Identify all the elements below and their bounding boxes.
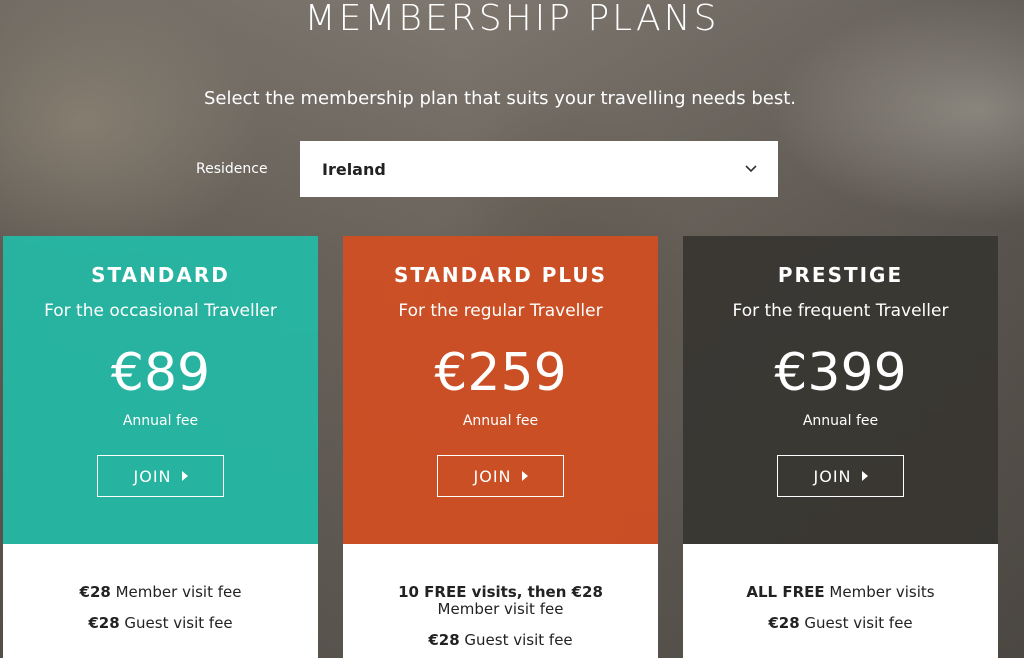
feature-highlight: €28 xyxy=(428,631,460,649)
plan-tagline: For the frequent Traveller xyxy=(732,301,949,321)
feature-item: 10 FREE visits, then €28 Member visit fe… xyxy=(367,584,634,618)
feature-text: Guest visit fee xyxy=(799,614,913,632)
plan-price: €89 xyxy=(110,343,211,403)
join-button-label: JOIN xyxy=(133,466,172,486)
plan-card-header: PRESTIGE For the frequent Traveller €399… xyxy=(683,236,998,544)
feature-item: €28 Guest visit fee xyxy=(367,632,634,649)
feature-text: Member visits xyxy=(824,583,935,601)
residence-select[interactable]: Ireland xyxy=(300,141,778,197)
plan-fee-label: Annual fee xyxy=(462,413,539,429)
plan-tagline: For the regular Traveller xyxy=(398,301,603,321)
join-button-standard-plus[interactable]: JOIN xyxy=(437,455,564,497)
feature-item: €28 Guest visit fee xyxy=(3,615,318,632)
chevron-down-icon xyxy=(744,162,758,176)
plan-name: PRESTIGE xyxy=(777,263,904,287)
page-subtitle: Select the membership plan that suits yo… xyxy=(203,88,796,109)
join-button-label: JOIN xyxy=(473,466,512,486)
feature-item: €28 Member visit fee xyxy=(3,584,318,601)
feature-highlight: €28 xyxy=(768,614,800,632)
feature-highlight: 10 FREE visits, then €28 xyxy=(398,583,603,601)
plan-tagline: For the occasional Traveller xyxy=(44,301,277,321)
plan-name: STANDARD PLUS xyxy=(393,263,608,287)
residence-label: Residence xyxy=(196,161,268,177)
join-button-label: JOIN xyxy=(813,466,852,486)
caret-right-icon xyxy=(181,471,188,481)
plan-card-standard: STANDARD For the occasional Traveller €8… xyxy=(3,236,318,658)
plan-features: 10 FREE visits, then €28 Member visit fe… xyxy=(343,544,658,658)
caret-right-icon xyxy=(861,471,868,481)
plan-card-header: STANDARD For the occasional Traveller €8… xyxy=(3,236,318,544)
feature-highlight: ALL FREE xyxy=(746,583,825,601)
plan-price: €399 xyxy=(774,343,907,403)
caret-right-icon xyxy=(521,471,528,481)
plan-features: €28 Member visit fee €28 Guest visit fee xyxy=(3,544,318,658)
feature-item: ALL FREE Member visits xyxy=(683,584,998,601)
plan-fee-label: Annual fee xyxy=(802,413,879,429)
feature-item: €28 Guest visit fee xyxy=(683,615,998,632)
feature-text: Guest visit fee xyxy=(119,614,233,632)
join-button-prestige[interactable]: JOIN xyxy=(777,455,904,497)
feature-highlight: €28 xyxy=(79,583,111,601)
feature-text: Member visit fee xyxy=(110,583,242,601)
plan-card-standard-plus: STANDARD PLUS For the regular Traveller … xyxy=(343,236,658,658)
join-button-standard[interactable]: JOIN xyxy=(97,455,224,497)
feature-text: Member visit fee xyxy=(437,600,564,618)
plan-card-prestige: PRESTIGE For the frequent Traveller €399… xyxy=(683,236,998,658)
feature-text: Guest visit fee xyxy=(459,631,573,649)
feature-highlight: €28 xyxy=(88,614,120,632)
plan-features: ALL FREE Member visits €28 Guest visit f… xyxy=(683,544,998,658)
page-title: MEMBERSHIP PLANS xyxy=(304,0,720,39)
plan-price: €259 xyxy=(434,343,567,403)
plan-card-header: STANDARD PLUS For the regular Traveller … xyxy=(343,236,658,544)
residence-select-value: Ireland xyxy=(322,159,386,179)
plan-fee-label: Annual fee xyxy=(122,413,199,429)
plan-name: STANDARD xyxy=(91,263,230,287)
